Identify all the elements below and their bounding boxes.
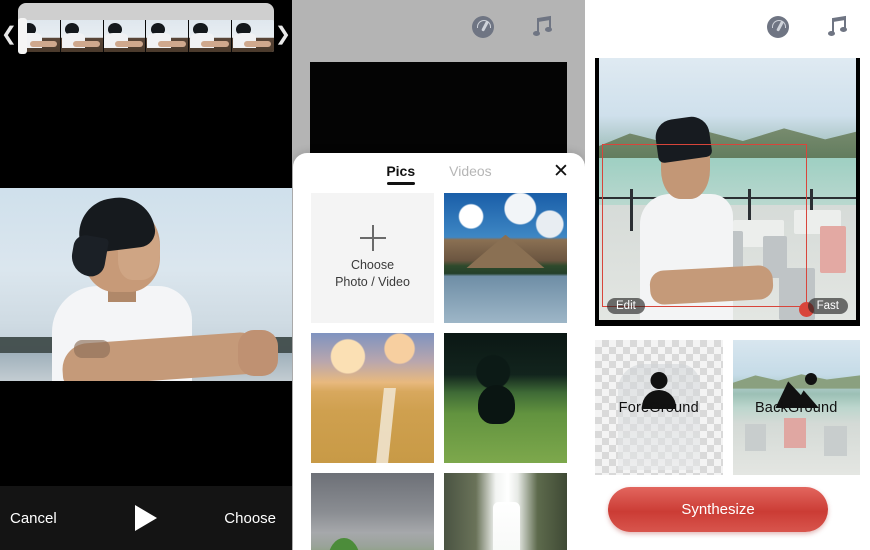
cancel-button[interactable]: Cancel	[10, 510, 57, 527]
filmstrip-track[interactable]	[18, 20, 274, 52]
fast-badge[interactable]: Fast	[807, 298, 848, 314]
thumbnail-waterfall-rocks[interactable]	[444, 473, 567, 550]
background-card[interactable]: BackGround	[732, 340, 860, 475]
foreground-card[interactable]: ForeGround	[595, 340, 723, 475]
add-tile-line1: Choose	[350, 258, 395, 273]
filmstrip-frame[interactable]	[60, 20, 104, 52]
plus-icon	[359, 225, 386, 252]
tab-videos[interactable]: Videos	[449, 163, 492, 183]
filmstrip-frame[interactable]	[232, 20, 274, 52]
media-thumbnail-grid: Choose Photo / Video	[311, 193, 567, 550]
media-picker-header: Pics Videos ✕	[293, 153, 585, 193]
choose-button[interactable]: Choose	[224, 510, 276, 527]
music-note-icon[interactable]	[828, 15, 849, 38]
media-picker-modal: Pics Videos ✕ Choose Photo / Video	[293, 153, 585, 550]
editor-toolbar-middle	[292, 0, 585, 56]
foreground-label: ForeGround	[618, 399, 699, 416]
layer-selector-row: ForeGround BackGround	[595, 340, 860, 475]
close-icon[interactable]: ✕	[551, 162, 571, 182]
play-icon[interactable]	[135, 505, 157, 531]
selection-rectangle[interactable]	[601, 144, 808, 307]
edit-badge[interactable]: Edit	[607, 298, 645, 314]
app-screenshot: ❮ ❯ Cancel Choose Pics Videos ✕ Choose P…	[0, 0, 870, 550]
tab-pics[interactable]: Pics	[386, 163, 415, 183]
trim-handle-left[interactable]	[18, 18, 27, 54]
thumbnail-golden-wheat-field-path[interactable]	[311, 333, 434, 463]
thumbnail-mountain-lake-reflection[interactable]	[444, 193, 567, 323]
filmstrip-frame[interactable]	[103, 20, 147, 52]
editor-panel: Pics Videos ✕ Choose Photo / Video	[292, 0, 585, 550]
choose-photo-video-label: Choose Photo / Video	[335, 257, 410, 291]
thumbnail-storm-clouds-lone-tree[interactable]	[311, 473, 434, 550]
synthesize-panel: Edit Fast ForeGround BackGround Synthesi…	[585, 0, 870, 550]
filmstrip-container: ❮ ❯	[0, 0, 292, 56]
video-preview-left[interactable]	[0, 188, 292, 381]
trim-action-bar: Cancel Choose	[0, 486, 292, 550]
synthesize-button[interactable]: Synthesize	[608, 487, 828, 532]
video-trim-panel: ❮ ❯ Cancel Choose	[0, 0, 292, 550]
preview-scene	[599, 58, 856, 320]
music-note-icon[interactable]	[533, 15, 554, 38]
speed-gauge-icon[interactable]	[767, 16, 789, 38]
filmstrip-frame[interactable]	[189, 20, 233, 52]
filmstrip-frame[interactable]	[146, 20, 190, 52]
editor-toolbar-right	[585, 0, 870, 56]
choose-photo-video-tile[interactable]: Choose Photo / Video	[311, 193, 434, 323]
filmstrip-next-arrow-icon[interactable]: ❯	[274, 18, 292, 52]
composition-preview[interactable]: Edit Fast	[595, 58, 860, 326]
background-label: BackGround	[754, 399, 838, 416]
thumbnail-dark-green-field-tree[interactable]	[444, 333, 567, 463]
add-tile-line2: Photo / Video	[335, 275, 410, 289]
speed-gauge-icon[interactable]	[472, 16, 494, 38]
filmstrip-prev-arrow-icon[interactable]: ❮	[0, 18, 18, 52]
